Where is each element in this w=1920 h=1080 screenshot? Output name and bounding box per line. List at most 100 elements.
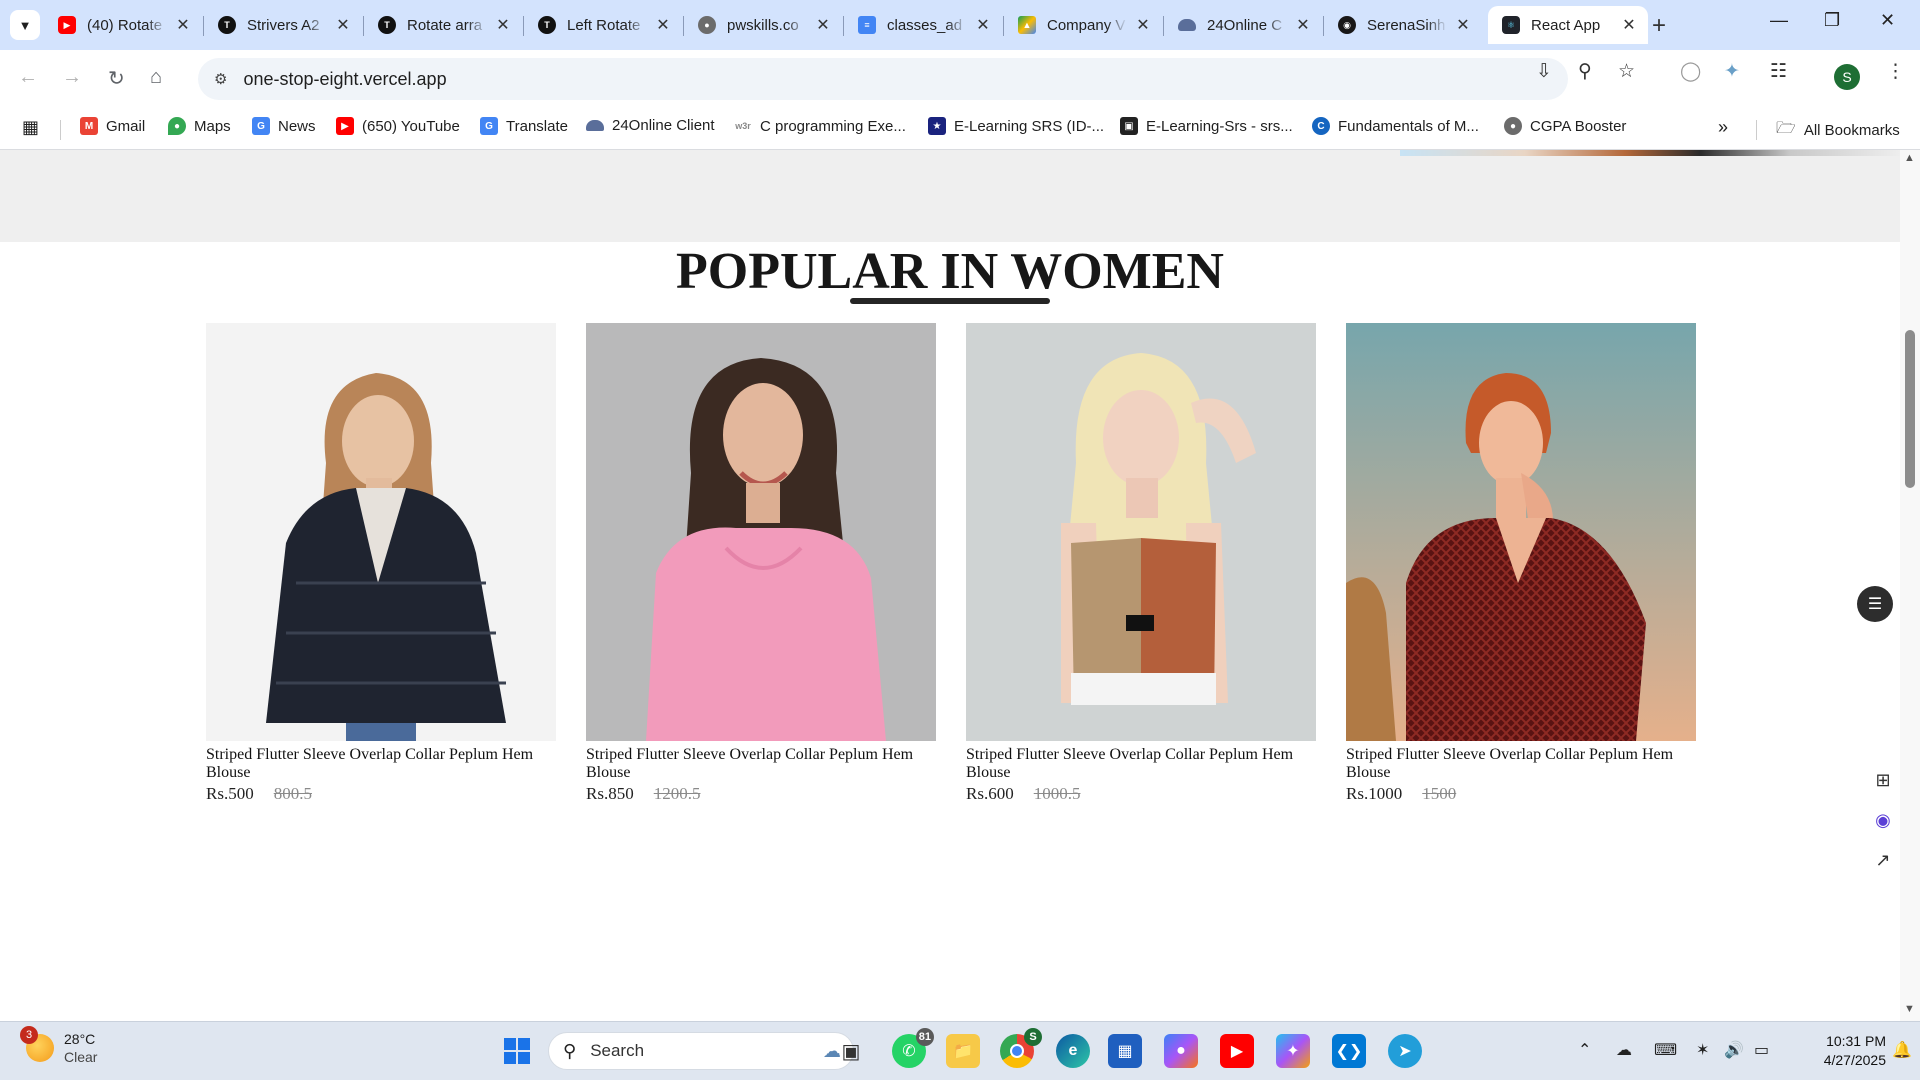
bookmark-c-programming[interactable]: w3r C programming Exe...: [734, 117, 906, 135]
close-icon[interactable]: ✕: [1294, 15, 1312, 35]
old-price: 1500: [1422, 784, 1457, 803]
tab-company-drive[interactable]: ▲ Company V ✕: [1004, 6, 1162, 44]
tab-title: Rotate arra: [407, 16, 483, 34]
close-icon[interactable]: ✕: [654, 15, 672, 35]
product-card[interactable]: Striped Flutter Sleeve Overlap Collar Pe…: [586, 323, 936, 804]
youtube-app-icon[interactable]: ▶: [1220, 1034, 1254, 1068]
extensions-puzzle-icon[interactable]: ☷: [1770, 60, 1787, 83]
product-card[interactable]: Striped Flutter Sleeve Overlap Collar Pe…: [1346, 323, 1696, 804]
tab-title: classes_ad: [887, 16, 963, 34]
tab-pwskills[interactable]: ● pwskills.co ✕: [684, 6, 842, 44]
extension-shield-icon[interactable]: ◯: [1680, 60, 1701, 83]
new-tab-button[interactable]: +: [1652, 12, 1666, 40]
close-icon[interactable]: ✕: [814, 15, 832, 35]
close-icon[interactable]: ✕: [334, 15, 352, 35]
close-icon[interactable]: ✕: [174, 15, 192, 35]
bookmark-translate[interactable]: G Translate: [480, 117, 568, 135]
bookmark-maps[interactable]: ● Maps: [168, 117, 231, 135]
scroll-up-arrow-icon[interactable]: ▲: [1904, 152, 1915, 164]
tab-youtube-rotate[interactable]: ▶ (40) Rotate ✕: [44, 6, 202, 44]
bookmark-elearning-srs[interactable]: ▣ E-Learning-Srs - srs...: [1120, 117, 1293, 135]
reload-button[interactable]: ↻: [108, 66, 125, 91]
site-info-icon[interactable]: ⚙: [214, 70, 227, 88]
tab-classes-doc[interactable]: ≡ classes_ad ✕: [844, 6, 1002, 44]
grid-tool-icon[interactable]: ⊞: [1866, 760, 1900, 800]
tab-rotate-array[interactable]: T Rotate arra ✕: [364, 6, 522, 44]
whatsapp-icon[interactable]: ✆ 81: [892, 1028, 934, 1068]
extension-sparkle-icon[interactable]: ✦: [1724, 60, 1740, 83]
product-image[interactable]: [1346, 323, 1696, 741]
close-icon[interactable]: ✕: [1134, 15, 1152, 35]
tab-search-button[interactable]: ▼: [10, 10, 40, 40]
windows-start-icon[interactable]: [500, 1034, 534, 1068]
product-card[interactable]: Striped Flutter Sleeve Overlap Collar Pe…: [966, 323, 1316, 804]
product-prices: Rs.850 1200.5: [586, 784, 936, 804]
copilot-icon[interactable]: ✦: [1276, 1034, 1310, 1068]
taskbar-search-box[interactable]: ⚲ Search ☁: [548, 1032, 854, 1070]
tab-24online[interactable]: 24Online C ✕: [1164, 6, 1322, 44]
profile-avatar[interactable]: S: [1834, 64, 1860, 90]
scrollbar-thumb[interactable]: [1905, 330, 1915, 488]
address-bar[interactable]: ⚙ one-stop-eight.vercel.app: [198, 58, 1568, 100]
more-bookmarks-chevron-icon[interactable]: »: [1718, 117, 1728, 138]
apps-grid-icon[interactable]: ▦: [22, 117, 39, 138]
close-icon[interactable]: ✕: [1620, 15, 1638, 35]
vscode-icon[interactable]: ❮❯: [1332, 1034, 1366, 1068]
url-text[interactable]: one-stop-eight.vercel.app: [243, 69, 446, 90]
bookmark-fundamentals[interactable]: C Fundamentals of M...: [1312, 117, 1479, 135]
microsoft-store-icon[interactable]: ▦: [1108, 1034, 1142, 1068]
menu-dots-icon[interactable]: ⋮: [1886, 60, 1905, 83]
install-app-icon[interactable]: ⇩: [1536, 60, 1552, 83]
show-hidden-icons-chevron-icon[interactable]: ⌃: [1578, 1040, 1591, 1060]
floating-menu-button[interactable]: ☰: [1857, 586, 1893, 622]
bookmark-gmail[interactable]: M Gmail: [80, 117, 145, 135]
assistant-icon[interactable]: ◉: [1866, 800, 1900, 840]
battery-icon[interactable]: ▭: [1754, 1040, 1769, 1060]
onedrive-icon[interactable]: ☁: [1616, 1040, 1632, 1060]
bookmark-star-icon[interactable]: ☆: [1618, 60, 1635, 83]
forward-button[interactable]: →: [62, 66, 82, 89]
scroll-down-arrow-icon[interactable]: ▼: [1904, 1003, 1915, 1015]
home-button[interactable]: ⌂: [150, 66, 162, 89]
product-card[interactable]: Striped Flutter Sleeve Overlap Collar Pe…: [206, 323, 556, 804]
volume-icon[interactable]: 🔊: [1724, 1040, 1744, 1060]
close-window-button[interactable]: ✕: [1880, 10, 1895, 31]
product-name[interactable]: Striped Flutter Sleeve Overlap Collar Pe…: [966, 746, 1316, 782]
product-image[interactable]: [966, 323, 1316, 741]
keyboard-icon[interactable]: ⌨: [1654, 1040, 1677, 1060]
bookmark-news[interactable]: G News: [252, 117, 316, 135]
close-icon[interactable]: ✕: [1454, 15, 1472, 35]
close-icon[interactable]: ✕: [974, 15, 992, 35]
scrollbar[interactable]: [1900, 150, 1920, 1021]
telegram-icon[interactable]: ➤: [1388, 1034, 1422, 1068]
restore-button[interactable]: ❐: [1824, 10, 1840, 31]
tab-react-app[interactable]: ⚛ React App ✕: [1488, 6, 1648, 44]
chrome-icon[interactable]: S: [1000, 1028, 1042, 1068]
all-bookmarks-button[interactable]: 🗁 All Bookmarks: [1776, 117, 1900, 144]
task-view-icon[interactable]: ▣: [834, 1034, 868, 1068]
bookmark-cgpa-booster[interactable]: ● CGPA Booster: [1504, 117, 1626, 135]
bookmark-24online-client[interactable]: 24Online Client: [586, 117, 715, 134]
tab-strivers[interactable]: T Strivers A2 ✕: [204, 6, 362, 44]
product-name[interactable]: Striped Flutter Sleeve Overlap Collar Pe…: [1346, 746, 1696, 782]
tab-github[interactable]: ◉ SerenaSinh ✕: [1324, 6, 1482, 44]
back-button[interactable]: ←: [18, 66, 38, 89]
bookmark-youtube[interactable]: ▶ (650) YouTube: [336, 117, 460, 135]
product-name[interactable]: Striped Flutter Sleeve Overlap Collar Pe…: [206, 746, 556, 782]
edge-icon[interactable]: e: [1056, 1034, 1090, 1068]
product-image[interactable]: [586, 323, 936, 741]
bookmark-elearning-srs-id[interactable]: ★ E-Learning SRS (ID-...: [928, 117, 1104, 135]
tab-left-rotate[interactable]: T Left Rotate ✕: [524, 6, 682, 44]
m365-icon[interactable]: ●: [1164, 1034, 1198, 1068]
notification-bell-icon[interactable]: 🔔: [1892, 1040, 1912, 1060]
minimize-button[interactable]: —: [1770, 10, 1788, 31]
product-name[interactable]: Striped Flutter Sleeve Overlap Collar Pe…: [586, 746, 936, 782]
weather-widget[interactable]: 3 28°C Clear: [20, 1026, 97, 1066]
close-icon[interactable]: ✕: [494, 15, 512, 35]
file-explorer-icon[interactable]: 📁: [946, 1034, 980, 1068]
zoom-icon[interactable]: ⚲: [1578, 60, 1592, 83]
expand-tool-icon[interactable]: ↗: [1866, 840, 1900, 880]
product-image[interactable]: [206, 323, 556, 741]
wifi-icon[interactable]: ✶: [1696, 1040, 1709, 1060]
system-clock[interactable]: 10:31 PM 4/27/2025: [1796, 1032, 1886, 1070]
